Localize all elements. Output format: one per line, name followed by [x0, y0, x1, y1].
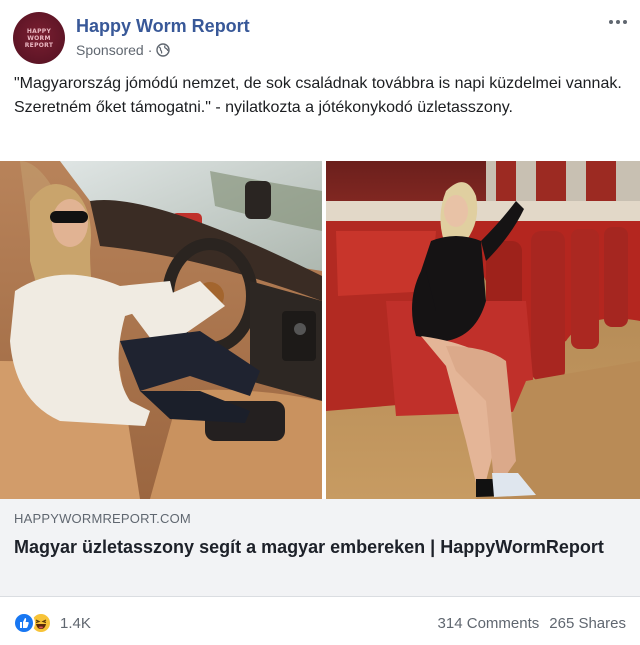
page-name-link[interactable]: Happy Worm Report	[76, 16, 250, 37]
link-preview[interactable]: HAPPYWORMREPORT.COM Magyar üzletasszony …	[0, 499, 640, 597]
link-title[interactable]: Magyar üzletasszony segít a magyar ember…	[14, 534, 614, 560]
sponsored-label[interactable]: Sponsored	[76, 42, 144, 58]
link-domain: HAPPYWORMREPORT.COM	[14, 511, 191, 526]
avatar-logo-text: HAPPY WORM REPORT	[24, 27, 54, 49]
reaction-count: 1.4K	[60, 614, 91, 632]
post-meta: Sponsored ·	[76, 42, 171, 58]
post-footer: 1.4K 314 Comments 265 Shares	[0, 598, 640, 645]
photo-woman-in-theater[interactable]	[326, 161, 640, 499]
engagement-stats: 314 Comments 265 Shares	[438, 615, 626, 632]
globe-icon[interactable]	[156, 43, 171, 57]
post-text: "Magyarország jómódú nemzet, de sok csal…	[14, 75, 622, 116]
post-images[interactable]	[0, 161, 640, 499]
photo-woman-in-car[interactable]	[0, 161, 322, 499]
more-options-icon[interactable]	[606, 12, 630, 32]
page-avatar[interactable]: HAPPY WORM REPORT	[13, 12, 65, 64]
like-icon	[13, 612, 35, 634]
meta-separator: ·	[147, 42, 153, 58]
reactions-summary[interactable]: 1.4K	[13, 612, 91, 634]
shares-count-link[interactable]: 265 Shares	[549, 615, 626, 632]
comments-count-link[interactable]: 314 Comments	[438, 615, 540, 632]
post-header: HAPPY WORM REPORT Happy Worm Report Spon…	[0, 0, 640, 70]
